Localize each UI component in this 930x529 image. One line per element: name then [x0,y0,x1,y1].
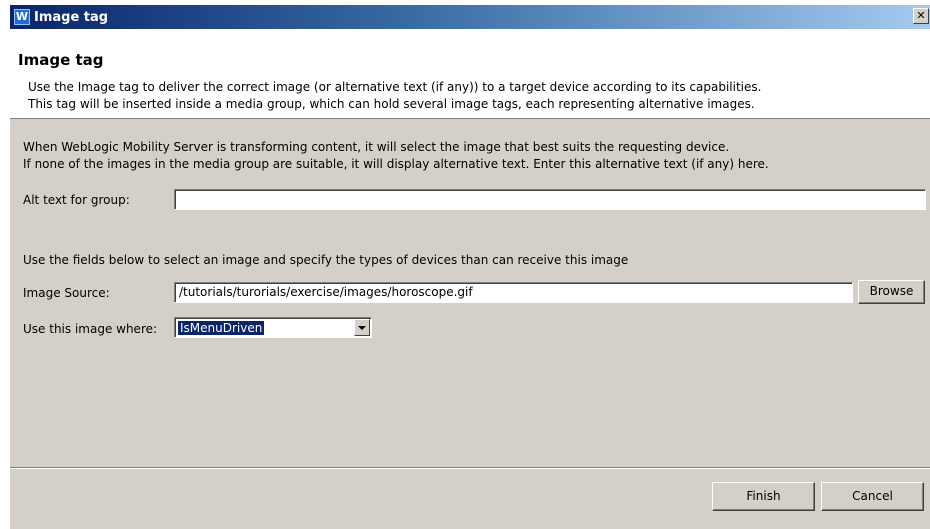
banner-description-line-2: This tag will be inserted inside a media… [28,97,755,111]
weblogic-w-icon: W [14,9,30,25]
intro-line-2: If none of the images in the media group… [23,157,769,171]
alt-text-label: Alt text for group: [23,193,130,207]
alt-text-input[interactable] [174,189,926,210]
finish-button-label: Finish [746,489,781,503]
image-source-label: Image Source: [23,286,110,300]
use-where-selected-value: IsMenuDriven [176,320,266,336]
page-title: Image tag [18,51,104,69]
chevron-down-icon[interactable] [354,319,370,336]
close-button[interactable]: ✕ [913,8,929,24]
fields-intro-text: Use the fields below to select an image … [23,253,629,267]
header-banner: Image tag Use the Image tag to deliver t… [10,29,930,119]
browse-button[interactable]: Browse [858,280,925,304]
banner-description-line-1: Use the Image tag to deliver the correct… [28,80,762,94]
intro-text: When WebLogic Mobility Server is transfo… [23,139,769,173]
banner-description: Use the Image tag to deliver the correct… [28,79,761,113]
image-tag-dialog: W Image tag ✕ Image tag Use the Image ta… [9,4,930,529]
footer-divider [10,467,930,469]
cancel-button[interactable]: Cancel [821,482,924,511]
use-where-label: Use this image where: [23,322,158,336]
window-title: Image tag [34,9,109,25]
image-source-input[interactable]: /tutorials/turorials/exercise/images/hor… [174,282,853,303]
intro-line-1: When WebLogic Mobility Server is transfo… [23,140,730,154]
use-where-select[interactable]: IsMenuDriven [174,317,372,338]
finish-button[interactable]: Finish [712,482,815,511]
close-icon: ✕ [916,9,926,22]
title-bar[interactable]: W Image tag ✕ [10,5,930,29]
